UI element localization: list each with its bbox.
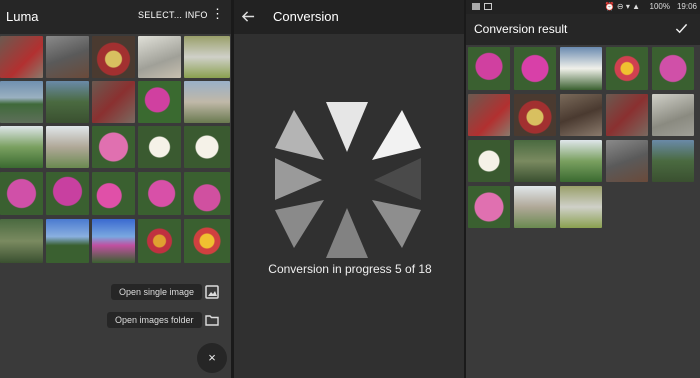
result-thumbnail[interactable] (606, 47, 648, 90)
photo-thumbnail[interactable] (184, 219, 230, 263)
result-thumbnail[interactable] (468, 186, 510, 228)
result-thumbnail[interactable] (560, 94, 602, 136)
photo-thumbnail[interactable] (46, 126, 89, 168)
photo-thumbnail[interactable] (0, 126, 43, 168)
more-vert-icon[interactable]: ⋮ (211, 7, 224, 20)
info-button[interactable]: INFO (185, 10, 208, 20)
photo-thumbnail[interactable] (46, 172, 89, 215)
arrow-back-icon[interactable] (241, 10, 255, 28)
photo-thumbnail[interactable] (92, 219, 135, 263)
photo-thumbnail[interactable] (0, 36, 43, 78)
conversion-app-bar: Conversion (234, 0, 466, 34)
result-thumbnail[interactable] (514, 47, 556, 90)
result-thumbnail[interactable] (652, 94, 694, 136)
photo-thumbnail[interactable] (138, 81, 181, 123)
close-fab-button[interactable]: × (197, 343, 227, 373)
result-thumbnail[interactable] (514, 140, 556, 182)
photo-thumbnail[interactable] (0, 81, 43, 123)
open-single-image-button[interactable]: Open single image (111, 284, 203, 300)
photo-thumbnail[interactable] (138, 172, 181, 215)
close-icon: × (208, 350, 216, 365)
photo-thumbnail[interactable] (138, 36, 181, 78)
status-icons: ⏰ ⊖ ▾ ▲ (604, 2, 640, 11)
status-image-icon (484, 3, 492, 10)
folder-icon[interactable] (205, 313, 219, 327)
app-bar: Luma SELECT... INFO ⋮ (0, 0, 231, 34)
conversion-screen: Conversion Conversion in progress 5 of 1… (234, 0, 466, 378)
status-notification-icon (472, 3, 480, 10)
open-images-folder-button[interactable]: Open images folder (107, 312, 202, 328)
photo-thumbnail[interactable] (0, 219, 43, 263)
result-title: Conversion result (474, 22, 568, 36)
app-title: Luma (6, 9, 39, 24)
photo-thumbnail[interactable] (0, 172, 43, 215)
result-thumbnail[interactable] (652, 140, 694, 182)
photo-thumbnail[interactable] (184, 172, 230, 215)
select-button[interactable]: SELECT... (138, 10, 182, 20)
photo-thumbnail[interactable] (46, 219, 89, 263)
photo-thumbnail[interactable] (92, 36, 135, 78)
status-time: 19:06 (676, 2, 697, 11)
battery-percent: 100% (649, 2, 670, 11)
photo-thumbnail[interactable] (184, 126, 230, 168)
result-thumbnail[interactable] (606, 140, 648, 182)
result-thumbnail[interactable] (560, 186, 602, 228)
result-thumbnail[interactable] (468, 47, 510, 90)
status-bar: ⏰ ⊖ ▾ ▲ 100% 19:06 (466, 0, 700, 14)
photo-thumbnail[interactable] (92, 126, 135, 168)
result-thumbnail[interactable] (514, 186, 556, 228)
result-thumbnail[interactable] (468, 94, 510, 136)
luma-main-screen: Luma SELECT... INFO ⋮ Open single image … (0, 0, 231, 378)
photo-thumbnail[interactable] (184, 81, 230, 123)
result-thumbnail[interactable] (560, 140, 602, 182)
result-thumbnail[interactable] (468, 140, 510, 182)
check-icon[interactable] (675, 22, 688, 40)
image-icon[interactable] (205, 285, 219, 299)
result-thumbnail[interactable] (514, 94, 556, 136)
photo-thumbnail[interactable] (92, 81, 135, 123)
photo-thumbnail[interactable] (46, 81, 89, 123)
photo-thumbnail[interactable] (138, 126, 181, 168)
photo-thumbnail[interactable] (46, 36, 89, 78)
conversion-progress-text: Conversion in progress 5 of 18 (268, 262, 432, 276)
result-thumbnail[interactable] (606, 94, 648, 136)
loading-spinner-icon (275, 102, 421, 258)
result-thumbnail[interactable] (560, 47, 602, 90)
result-thumbnail[interactable] (652, 47, 694, 90)
photo-thumbnail[interactable] (184, 36, 230, 78)
conversion-result-screen: ⏰ ⊖ ▾ ▲ 100% 19:06 Conversion result (466, 0, 700, 378)
conversion-title: Conversion (273, 9, 339, 24)
photo-thumbnail[interactable] (92, 172, 135, 215)
photo-thumbnail[interactable] (138, 219, 181, 263)
result-app-bar: Conversion result (466, 14, 700, 45)
